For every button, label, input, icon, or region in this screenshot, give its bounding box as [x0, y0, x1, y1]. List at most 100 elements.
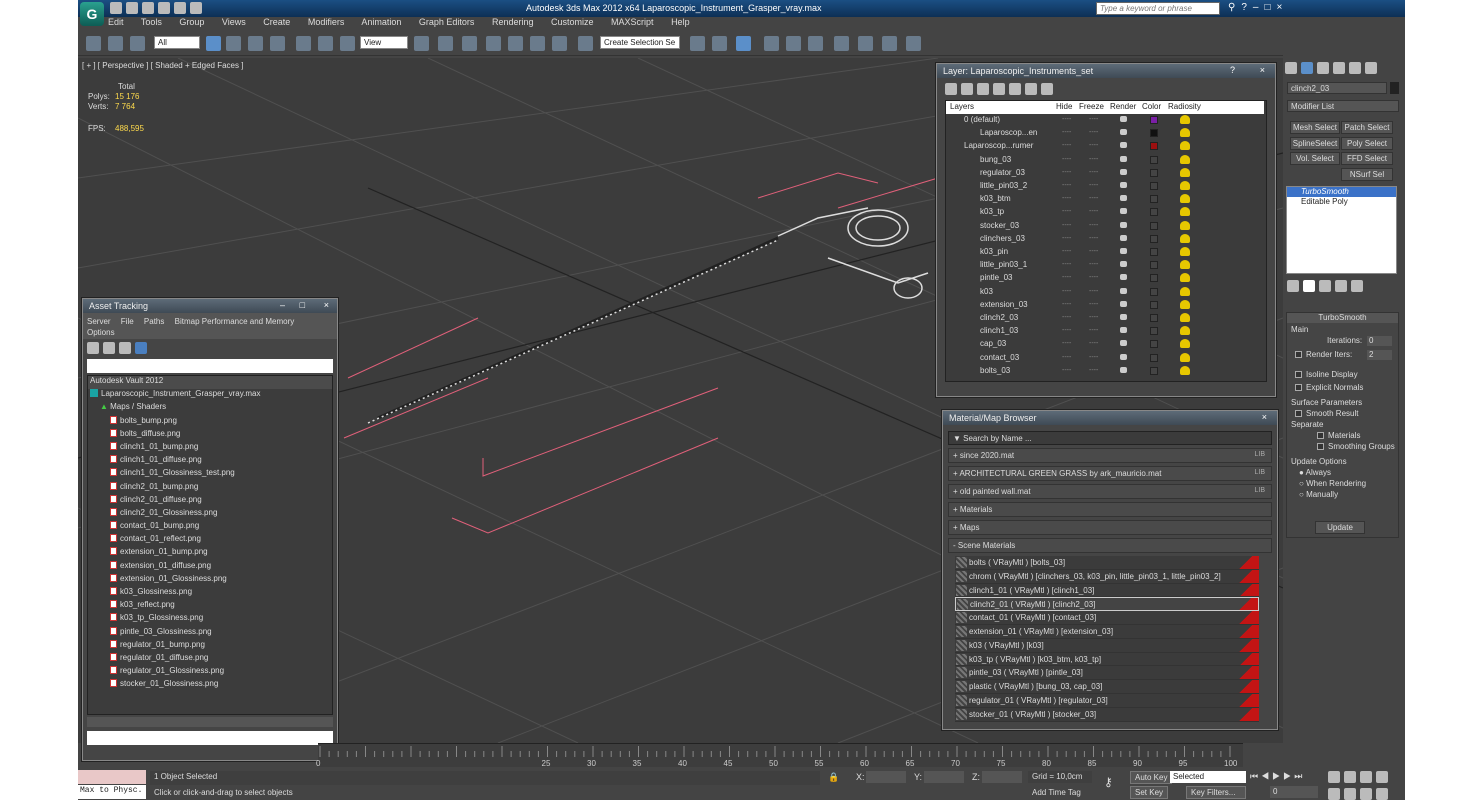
modify-tab-icon[interactable] [1301, 62, 1313, 74]
scene-material-row[interactable]: k03 ( VRayMtl ) [k03] [955, 638, 1259, 653]
layer-color-swatch[interactable] [1150, 182, 1158, 190]
percent-snap-icon[interactable] [530, 36, 545, 51]
layer-freeze-toggle[interactable]: ---- [1089, 340, 1098, 347]
layer-color-swatch[interactable] [1150, 287, 1158, 296]
menu-create[interactable]: Create [263, 17, 290, 27]
menu-tools[interactable]: Tools [141, 17, 162, 27]
manually-radio[interactable]: ○ [1299, 490, 1306, 499]
layer-color-swatch[interactable] [1150, 168, 1158, 177]
selection-filter-dropdown[interactable]: All [154, 36, 200, 49]
configure-sets-icon[interactable] [1351, 280, 1363, 292]
asset-file-row[interactable]: regulator_01_Glossiness.png [88, 666, 332, 679]
layer-hide-toggle[interactable]: ---- [1062, 195, 1071, 202]
radiosity-icon[interactable] [1180, 154, 1190, 164]
layer-hide-toggle[interactable]: ---- [1062, 248, 1071, 255]
select-objects-icon[interactable] [993, 83, 1005, 95]
show-end-result-icon[interactable] [1303, 280, 1315, 292]
pin-stack-icon[interactable] [1287, 280, 1299, 292]
rotate-icon[interactable] [318, 36, 333, 51]
asset-file-row[interactable]: regulator_01_bump.png [88, 639, 332, 653]
minimize-icon[interactable]: – [1253, 2, 1265, 13]
menu-rendering[interactable]: Rendering [492, 17, 534, 27]
zoom-extents-icon[interactable] [1360, 771, 1372, 783]
zoom-icon[interactable] [1328, 771, 1340, 783]
asset-file-row[interactable]: extension_01_Glossiness.png [88, 573, 332, 587]
fov-icon[interactable] [1328, 788, 1340, 800]
open-file-icon[interactable] [126, 2, 138, 14]
asset-h-scrollbar[interactable] [87, 717, 333, 727]
layer-color-swatch[interactable] [1150, 353, 1158, 362]
table-view-icon[interactable] [135, 342, 147, 354]
radiosity-icon[interactable] [1180, 194, 1190, 204]
asset-file-row[interactable]: regulator_01_diffuse.png [88, 652, 332, 666]
radiosity-icon[interactable] [1180, 141, 1190, 151]
asset-file-row[interactable]: k03_Glossiness.png [88, 587, 332, 600]
render-production-icon[interactable] [906, 36, 921, 51]
material-browser-titlebar[interactable]: Material/Map Browser × [943, 411, 1277, 425]
asset-menu-options[interactable]: Options [87, 328, 115, 337]
scene-material-row[interactable]: clinch1_01 ( VRayMtl ) [clinch1_03] [955, 583, 1259, 598]
menu-group[interactable]: Group [179, 17, 204, 27]
layer-row[interactable]: bolts_03 ---- ---- [946, 365, 1264, 378]
asset-file-row[interactable]: clinch1_01_diffuse.png [88, 455, 332, 468]
rendered-frame-icon[interactable] [882, 36, 897, 51]
radiosity-icon[interactable] [1180, 260, 1190, 270]
layer-color-swatch[interactable] [1150, 327, 1158, 336]
render-setup-icon[interactable] [858, 36, 873, 51]
time-slider[interactable]: 0 25 30 35 40 45 50 55 60 65 70 75 80 85 90 95 100 [316, 743, 1243, 768]
help-icon[interactable]: ? [1230, 65, 1235, 75]
close-icon[interactable]: × [1260, 65, 1265, 75]
asset-file-row[interactable]: extension_01_diffuse.png [88, 560, 332, 574]
zoom-all-icon[interactable] [1344, 771, 1356, 783]
scene-material-row[interactable]: plastic ( VRayMtl ) [bung_03, cap_03] [955, 680, 1259, 694]
teapot-icon[interactable] [1120, 327, 1127, 334]
search-input[interactable]: Type a keyword or phrase [1096, 2, 1220, 15]
asset-file-row[interactable]: bolts_bump.png [88, 415, 332, 429]
col-render[interactable]: Render [1110, 102, 1136, 111]
asset-menu-file[interactable]: File [121, 317, 134, 326]
save-file-icon[interactable] [142, 2, 154, 14]
named-selection-dropdown[interactable]: Create Selection Se [600, 36, 680, 49]
radiosity-icon[interactable] [1180, 365, 1190, 375]
maps-group-row[interactable]: ▲ Maps / Shaders [88, 402, 332, 415]
pan-icon[interactable] [1344, 788, 1356, 800]
col-radiosity[interactable]: Radiosity [1168, 102, 1201, 111]
layer-color-swatch[interactable] [1150, 234, 1158, 243]
help-icon[interactable]: ? [1241, 2, 1253, 13]
asset-file-row[interactable]: clinch1_01_Glossiness_test.png [88, 468, 332, 481]
add-time-tag[interactable]: Add Time Tag [1028, 787, 1092, 799]
teapot-icon[interactable] [1120, 142, 1127, 149]
layer-row[interactable]: extension_03 ---- ---- [946, 299, 1264, 312]
list-view-icon[interactable] [103, 342, 115, 354]
reference-coordinate-dropdown[interactable]: View [360, 36, 408, 49]
scene-material-row[interactable]: stocker_01 ( VRayMtl ) [stocker_03] [955, 707, 1259, 722]
material-search-input[interactable]: ▼ Search by Name ... [948, 431, 1272, 445]
select-manipulate-icon[interactable] [438, 36, 453, 51]
vault-row[interactable]: Autodesk Vault 2012 [88, 376, 332, 390]
layer-hide-toggle[interactable]: ---- [1062, 156, 1071, 163]
delete-layer-icon[interactable] [961, 83, 973, 95]
layer-freeze-toggle[interactable]: ---- [1089, 288, 1098, 295]
layer-row[interactable]: clinch1_03 ---- ---- [946, 325, 1264, 338]
layer-color-swatch[interactable] [1150, 261, 1158, 270]
binoculars-icon[interactable]: ⚲ [1228, 2, 1241, 13]
new-file-icon[interactable] [110, 2, 122, 14]
auto-key-button[interactable]: Auto Key [1130, 771, 1173, 784]
layer-color-swatch[interactable] [1150, 155, 1158, 164]
align-icon[interactable] [712, 36, 727, 51]
radiosity-icon[interactable] [1180, 313, 1190, 322]
layer-row[interactable]: little_pin03_1 ---- ---- [946, 259, 1264, 272]
layer-hide-toggle[interactable]: ---- [1062, 327, 1071, 334]
radiosity-icon[interactable] [1180, 220, 1190, 230]
layer-freeze-toggle[interactable]: ---- [1089, 129, 1098, 136]
rect-selection-icon[interactable] [248, 36, 263, 51]
col-color[interactable]: Color [1142, 102, 1161, 111]
teapot-icon[interactable] [1120, 116, 1127, 122]
nsurf-sel-button[interactable]: NSurf Sel [1341, 168, 1393, 181]
highlight-layer-icon[interactable] [1009, 83, 1021, 95]
radiosity-icon[interactable] [1180, 299, 1190, 309]
smoothing-groups-checkbox[interactable] [1317, 443, 1324, 450]
asset-file-row[interactable]: k03_reflect.png [88, 600, 332, 613]
layer-hide-toggle[interactable]: ---- [1062, 288, 1071, 295]
link-icon[interactable] [86, 36, 101, 51]
